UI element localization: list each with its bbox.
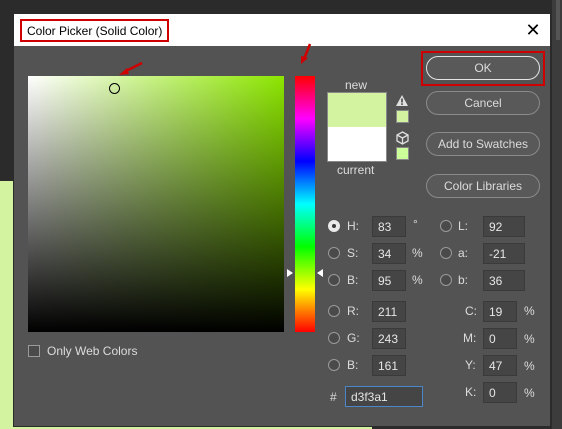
- hex-input[interactable]: d3f3a1: [345, 386, 423, 407]
- background-panel-edge: [552, 0, 562, 429]
- green-input[interactable]: 243: [372, 328, 406, 349]
- lightness-label: L:: [458, 219, 469, 233]
- dialog-titlebar: Color Picker (Solid Color) ✕: [14, 14, 550, 46]
- red-label: R:: [347, 304, 359, 318]
- cancel-button[interactable]: Cancel: [426, 91, 540, 115]
- magenta-unit: %: [524, 332, 535, 346]
- lightness-input[interactable]: 92: [483, 216, 525, 237]
- radio-b-channel[interactable]: [440, 274, 452, 286]
- yellow-unit: %: [524, 359, 535, 373]
- brightness-label: B:: [347, 273, 359, 287]
- radio-lightness[interactable]: [440, 220, 452, 232]
- blue-label: B:: [347, 358, 359, 372]
- dialog-title: Color Picker (Solid Color): [20, 19, 170, 42]
- radio-brightness[interactable]: [328, 274, 340, 286]
- radio-hue[interactable]: [328, 220, 340, 232]
- color-field[interactable]: [28, 76, 284, 332]
- color-libraries-button[interactable]: Color Libraries: [426, 174, 540, 198]
- web-color-swatch[interactable]: [396, 147, 409, 160]
- close-icon[interactable]: ✕: [522, 19, 544, 41]
- hex-label: #: [330, 390, 337, 404]
- yellow-input[interactable]: 47: [483, 355, 517, 376]
- ok-button[interactable]: OK: [426, 56, 540, 80]
- add-to-swatches-button[interactable]: Add to Swatches: [426, 132, 540, 156]
- blue-input[interactable]: 161: [372, 355, 406, 376]
- black-input[interactable]: 0: [483, 382, 517, 403]
- radio-red[interactable]: [328, 305, 340, 317]
- a-channel-label: a:: [458, 246, 469, 260]
- radio-blue[interactable]: [328, 359, 340, 371]
- current-color-swatch[interactable]: [328, 127, 386, 161]
- saturation-label: S:: [347, 246, 359, 260]
- radio-saturation[interactable]: [328, 247, 340, 259]
- saturation-input[interactable]: 34: [372, 243, 406, 264]
- hue-label: H:: [347, 219, 359, 233]
- b-channel-input[interactable]: 36: [483, 270, 525, 291]
- new-label: new: [345, 78, 368, 92]
- red-input[interactable]: 211: [372, 301, 406, 322]
- yellow-label: Y:: [465, 358, 476, 372]
- cyan-unit: %: [524, 304, 535, 318]
- radio-a-channel[interactable]: [440, 247, 452, 259]
- red-annotation-arrow: [119, 61, 143, 75]
- cyan-input[interactable]: 19: [483, 301, 517, 322]
- magenta-input[interactable]: 0: [483, 328, 517, 349]
- saturation-unit: %: [412, 246, 423, 260]
- green-label: G:: [347, 331, 360, 345]
- a-channel-input[interactable]: -21: [483, 243, 525, 264]
- hue-input[interactable]: 83: [372, 216, 406, 237]
- new-color-swatch: [328, 93, 386, 127]
- brightness-input[interactable]: 95: [372, 270, 406, 291]
- hue-slider-handle-left[interactable]: [287, 269, 293, 277]
- brightness-unit: %: [412, 273, 423, 287]
- color-picker-dialog: Color Picker (Solid Color) ✕ new current…: [13, 13, 551, 427]
- warning-icon[interactable]: [395, 94, 409, 107]
- cube-icon[interactable]: [396, 131, 409, 145]
- magenta-label: M:: [463, 331, 477, 345]
- cyan-label: C:: [465, 304, 477, 318]
- radio-green[interactable]: [328, 332, 340, 344]
- black-label: K:: [465, 385, 477, 399]
- gamut-warning-swatch[interactable]: [396, 110, 409, 123]
- color-field-marker[interactable]: [109, 83, 120, 94]
- hue-unit: °: [413, 217, 418, 231]
- current-label: current: [337, 163, 375, 177]
- hue-slider-handle-right[interactable]: [317, 269, 323, 277]
- color-preview: [327, 92, 387, 162]
- red-annotation-arrow: [301, 43, 312, 64]
- only-web-colors-checkbox[interactable]: [28, 345, 40, 357]
- b-channel-label: b:: [458, 273, 469, 287]
- only-web-colors-label[interactable]: Only Web Colors: [47, 344, 137, 358]
- black-unit: %: [524, 386, 535, 400]
- hue-slider[interactable]: [295, 76, 315, 332]
